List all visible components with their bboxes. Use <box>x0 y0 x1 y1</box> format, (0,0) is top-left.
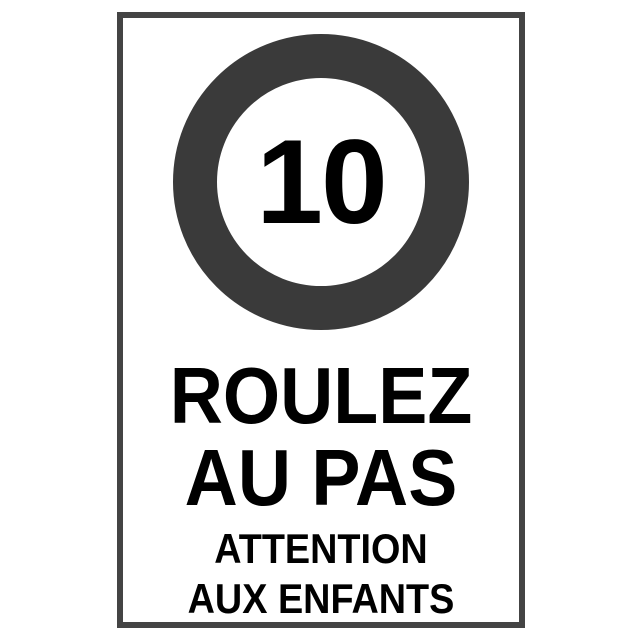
image-canvas: 10 ROULEZ AU PAS ATTENTION AUX ENFANTS <box>0 0 640 640</box>
speed-limit-roundel: 10 <box>173 34 469 330</box>
sign-line-roulez: ROULEZ <box>169 351 473 440</box>
sign-line-attention: ATTENTION <box>214 525 428 572</box>
road-sign: 10 ROULEZ AU PAS ATTENTION AUX ENFANTS <box>117 12 525 628</box>
sign-line-au-pas: AU PAS <box>184 433 458 522</box>
sign-line-aux-enfants: AUX ENFANTS <box>187 575 455 622</box>
speed-limit-value: 10 <box>256 115 387 249</box>
